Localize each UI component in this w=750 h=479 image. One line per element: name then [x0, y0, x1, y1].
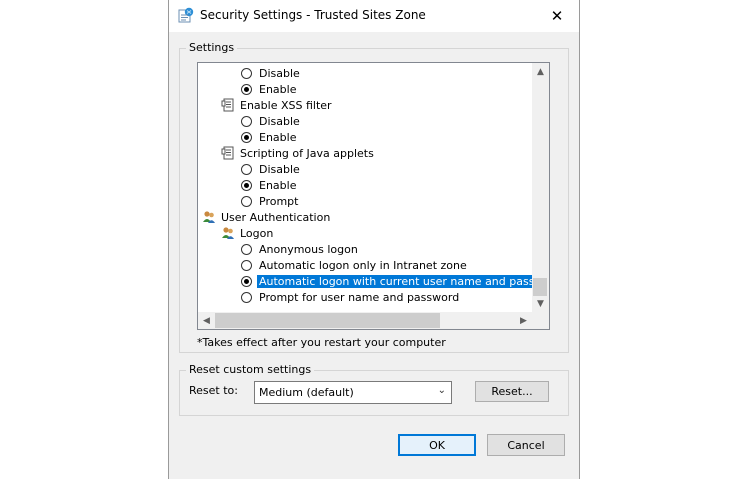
ok-button[interactable]: OK [398, 434, 476, 456]
scrollbar-corner [532, 312, 549, 329]
tree-row-label: Automatic logon with current user name a… [257, 274, 549, 288]
radio-checked-icon[interactable] [241, 131, 252, 143]
setting-doc-icon [221, 146, 234, 160]
radio-unchecked-icon[interactable] [241, 259, 252, 271]
radio-unchecked-icon[interactable] [241, 243, 252, 255]
reset-group-label: Reset custom settings [186, 363, 315, 376]
scroll-right-icon[interactable]: ▶ [515, 312, 532, 329]
horizontal-scrollbar[interactable]: ◀ ▶ [198, 312, 532, 329]
reset-button[interactable]: Reset... [475, 381, 549, 402]
tree-row-label: Prompt [259, 194, 299, 208]
close-icon: ✕ [550, 7, 564, 25]
users-icon [222, 227, 234, 239]
tree-radio-option[interactable]: Automatic logon with current user name a… [241, 273, 549, 289]
horizontal-scroll-thumb[interactable] [215, 313, 440, 328]
tree-radio-option[interactable]: Enable [241, 81, 296, 97]
tree-radio-option[interactable]: Enable [241, 177, 296, 193]
security-settings-dialog: Security Settings - Trusted Sites Zone ✕… [168, 0, 580, 479]
vertical-scroll-thumb[interactable] [533, 278, 547, 296]
chevron-down-icon: ⌄ [437, 385, 446, 396]
radio-unchecked-icon[interactable] [241, 67, 252, 79]
settings-group-label: Settings [186, 41, 238, 54]
tree-row-label: Automatic logon only in Intranet zone [259, 258, 467, 272]
reset-to-label: Reset to: [189, 384, 238, 397]
close-button[interactable]: ✕ [535, 0, 579, 32]
tree-radio-option[interactable]: Disable [241, 65, 300, 81]
tree-radio-option[interactable]: Disable [241, 161, 300, 177]
radio-unchecked-icon[interactable] [241, 115, 252, 127]
setting-doc-icon [221, 98, 234, 112]
tree-row-label: Disable [259, 162, 300, 176]
tree-radio-option[interactable]: Anonymous logon [241, 241, 358, 257]
tree-setting[interactable]: Enable XSS filter [221, 97, 332, 113]
radio-checked-icon[interactable] [241, 179, 252, 191]
tree-row-label: Logon [240, 226, 274, 240]
tree-setting[interactable]: Logon [221, 225, 273, 241]
window-title: Security Settings - Trusted Sites Zone [200, 8, 426, 22]
reset-level-select[interactable]: Medium (default) ⌄ [254, 381, 452, 404]
tree-row-label: Scripting of Java applets [240, 146, 374, 160]
radio-checked-icon[interactable] [241, 83, 252, 95]
tree-row-label: Disable [259, 114, 300, 128]
tree-radio-option[interactable]: Prompt [241, 193, 298, 209]
tree-row-label: Enable [259, 82, 297, 96]
tree-row-label: Disable [259, 66, 300, 80]
tree-row-label: User Authentication [221, 210, 331, 224]
tree-radio-option[interactable]: Prompt for user name and password [241, 289, 459, 305]
cancel-button[interactable]: Cancel [487, 434, 565, 456]
tree-category[interactable]: User Authentication [202, 209, 330, 225]
radio-unchecked-icon[interactable] [241, 291, 252, 303]
title-bar: Security Settings - Trusted Sites Zone ✕ [169, 0, 579, 32]
tree-row-label: Enable [259, 178, 297, 192]
scroll-down-icon[interactable]: ▼ [532, 295, 549, 312]
scroll-left-icon[interactable]: ◀ [198, 312, 215, 329]
reset-level-value: Medium (default) [259, 386, 354, 399]
settings-tree[interactable]: Prompt for user name and password Automat… [197, 62, 550, 330]
users-icon [203, 211, 215, 223]
radio-unchecked-icon[interactable] [241, 163, 252, 175]
vertical-scrollbar[interactable]: ▲ ▼ [532, 63, 549, 312]
tree-setting[interactable]: Scripting of Java applets [221, 145, 374, 161]
tree-row-label: Anonymous logon [259, 242, 358, 256]
tree-row-label: Prompt for user name and password [259, 290, 460, 304]
tree-radio-option[interactable]: Automatic logon only in Intranet zone [241, 257, 467, 273]
reset-button-label: Reset... [491, 385, 533, 398]
tree-radio-option[interactable]: Disable [241, 113, 300, 129]
cancel-button-label: Cancel [507, 438, 545, 452]
ok-button-label: OK [429, 438, 445, 452]
settings-page-icon [178, 7, 194, 23]
tree-row-label: Enable [259, 130, 297, 144]
tree-radio-option[interactable]: Enable [241, 129, 296, 145]
tree-row-label: Enable XSS filter [240, 98, 332, 112]
restart-note: *Takes effect after you restart your com… [197, 336, 446, 349]
scroll-up-icon[interactable]: ▲ [532, 63, 549, 80]
radio-unchecked-icon[interactable] [241, 195, 252, 207]
radio-checked-icon[interactable] [241, 275, 252, 287]
